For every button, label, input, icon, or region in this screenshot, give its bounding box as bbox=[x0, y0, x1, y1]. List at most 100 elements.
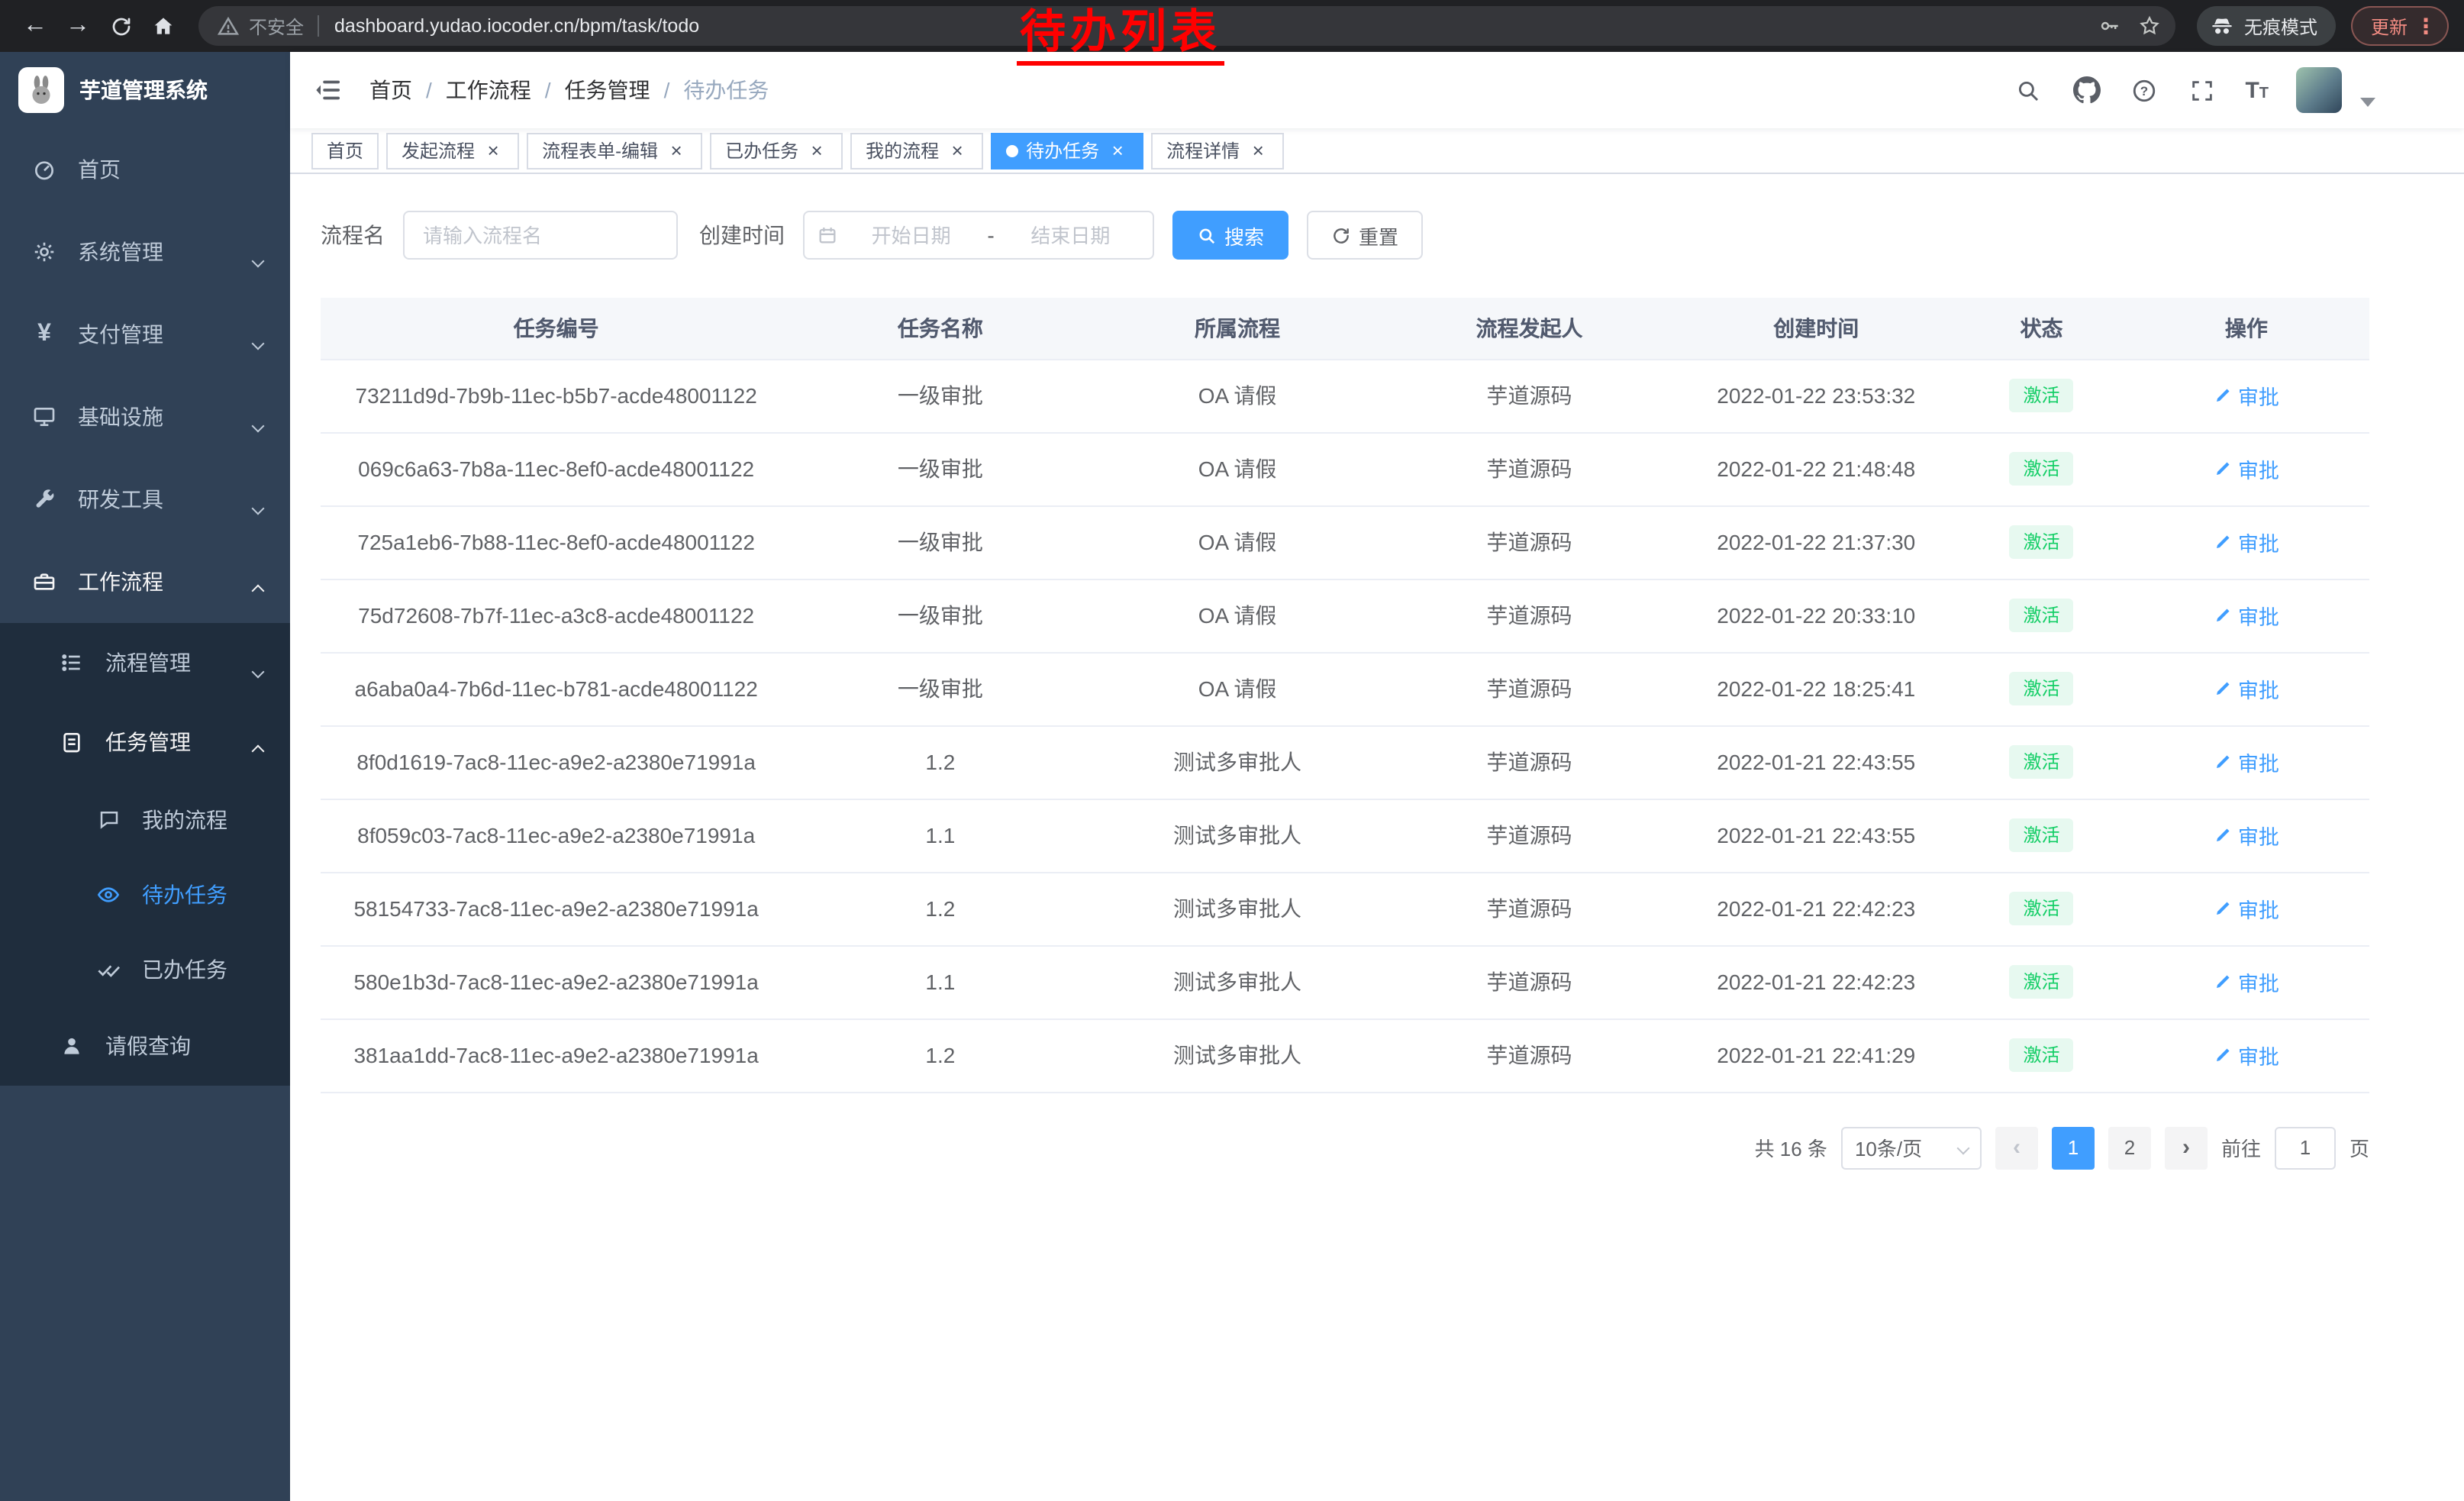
task-id: 73211d9d-7b9b-11ec-b5b7-acde48001122 bbox=[321, 359, 792, 432]
create-time: 2022-01-22 21:37:30 bbox=[1672, 505, 1959, 579]
reset-button[interactable]: 重置 bbox=[1307, 211, 1423, 260]
chevron-up-icon bbox=[253, 576, 263, 600]
approve-button[interactable]: 审批 bbox=[2214, 380, 2279, 411]
github-icon[interactable] bbox=[2071, 75, 2101, 105]
not-secure-warning-icon bbox=[217, 15, 240, 37]
sidebar-item-process-mgmt[interactable]: 流程管理 bbox=[0, 623, 290, 702]
approve-button[interactable]: 审批 bbox=[2214, 673, 2279, 704]
breadcrumb-home[interactable]: 首页 bbox=[369, 75, 412, 105]
close-icon[interactable]: × bbox=[806, 140, 827, 161]
browser-menu-icon[interactable]: ⋮ bbox=[2415, 13, 2437, 39]
approve-button[interactable]: 审批 bbox=[2214, 454, 2279, 484]
tab-done-tasks[interactable]: 已办任务 × bbox=[710, 132, 843, 169]
approve-button[interactable]: 审批 bbox=[2214, 820, 2279, 851]
browser-back-icon[interactable]: ← bbox=[15, 6, 55, 46]
help-icon[interactable]: ? bbox=[2129, 75, 2159, 105]
browser-reload-icon[interactable] bbox=[101, 6, 140, 46]
avatar-caret-icon[interactable] bbox=[2360, 98, 2375, 107]
task-name: 一级审批 bbox=[792, 505, 1088, 579]
tabs-bar: 首页 发起流程 × 流程表单-编辑 × 已办任务 × 我的流程 × bbox=[290, 128, 2464, 174]
sidebar-item-payment-mgmt[interactable]: ¥ 支付管理 bbox=[0, 293, 290, 376]
col-initiator: 流程发起人 bbox=[1386, 298, 1673, 359]
sidebar-item-dev-tools[interactable]: 研发工具 bbox=[0, 458, 290, 541]
edit-icon bbox=[2214, 386, 2232, 405]
yen-icon: ¥ bbox=[31, 321, 58, 348]
approve-button[interactable]: 审批 bbox=[2214, 527, 2279, 557]
end-date-input[interactable] bbox=[1001, 224, 1140, 247]
create-time: 2022-01-21 22:43:55 bbox=[1672, 799, 1959, 872]
approve-button[interactable]: 审批 bbox=[2214, 747, 2279, 777]
user-avatar[interactable] bbox=[2296, 67, 2342, 113]
monitor-icon bbox=[31, 403, 58, 431]
table-row: 069c6a63-7b8a-11ec-8ef0-acde48001122 一级审… bbox=[321, 432, 2369, 505]
address-divider bbox=[318, 15, 319, 37]
sidebar-item-workflow[interactable]: 工作流程 bbox=[0, 541, 290, 623]
prev-page-button[interactable]: ‹ bbox=[1995, 1126, 2038, 1169]
approve-button[interactable]: 审批 bbox=[2214, 600, 2279, 631]
tab-home[interactable]: 首页 bbox=[311, 132, 379, 169]
table-row: 8f059c03-7ac8-11ec-a9e2-a2380e71991a 1.1… bbox=[321, 799, 2369, 872]
page-button-1[interactable]: 1 bbox=[2052, 1126, 2095, 1169]
tab-my-process[interactable]: 我的流程 × bbox=[850, 132, 983, 169]
browser-update-button[interactable]: 更新 ⋮ bbox=[2351, 6, 2449, 46]
close-icon[interactable]: × bbox=[666, 140, 687, 161]
search-button[interactable]: 搜索 bbox=[1172, 211, 1288, 260]
font-size-icon[interactable]: TT bbox=[2245, 79, 2269, 102]
approve-button[interactable]: 审批 bbox=[2214, 967, 2279, 997]
security-label[interactable]: 不安全 bbox=[249, 13, 304, 39]
close-icon[interactable]: × bbox=[482, 140, 504, 161]
search-icon[interactable] bbox=[2013, 75, 2043, 105]
sidebar-item-todo-tasks[interactable]: 待办任务 bbox=[0, 857, 290, 931]
url-text[interactable]: dashboard.yudao.iocoder.cn/bpm/task/todo bbox=[334, 15, 2090, 37]
approve-button[interactable]: 审批 bbox=[2214, 893, 2279, 924]
task-id: 069c6a63-7b8a-11ec-8ef0-acde48001122 bbox=[321, 432, 792, 505]
pagination: 共 16 条 10条/页 ‹ 1 2 › 前往 页 bbox=[321, 1126, 2369, 1169]
page-button-2[interactable]: 2 bbox=[2108, 1126, 2151, 1169]
fullscreen-icon[interactable] bbox=[2187, 75, 2217, 105]
close-icon[interactable]: × bbox=[1107, 140, 1128, 161]
table-row: 75d72608-7b7f-11ec-a3c8-acde48001122 一级审… bbox=[321, 579, 2369, 652]
process-name: OA 请假 bbox=[1088, 432, 1385, 505]
sidebar-item-leave-query[interactable]: 请假查询 bbox=[0, 1006, 290, 1086]
password-key-icon[interactable] bbox=[2090, 6, 2130, 46]
status-badge: 激活 bbox=[2009, 451, 2073, 486]
sidebar-toggle-icon[interactable] bbox=[290, 52, 366, 128]
sidebar-item-task-mgmt[interactable]: 任务管理 bbox=[0, 702, 290, 782]
initiator: 芋道源码 bbox=[1386, 652, 1673, 725]
close-icon[interactable]: × bbox=[1247, 140, 1269, 161]
initiator: 芋道源码 bbox=[1386, 872, 1673, 945]
svg-text:?: ? bbox=[2140, 83, 2148, 98]
sidebar-item-infrastructure[interactable]: 基础设施 bbox=[0, 376, 290, 458]
breadcrumb-workflow[interactable]: 工作流程 bbox=[446, 75, 531, 105]
create-time: 2022-01-21 22:41:29 bbox=[1672, 1018, 1959, 1092]
tab-todo-tasks[interactable]: 待办任务 × bbox=[991, 132, 1143, 169]
bookmark-star-icon[interactable] bbox=[2130, 6, 2169, 46]
status-badge: 激活 bbox=[2009, 818, 2073, 853]
next-page-button[interactable]: › bbox=[2165, 1126, 2208, 1169]
page-size-select[interactable]: 10条/页 bbox=[1841, 1126, 1982, 1169]
goto-page-input[interactable] bbox=[2275, 1126, 2336, 1169]
sidebar-item-system-mgmt[interactable]: 系统管理 bbox=[0, 211, 290, 293]
app-logo-row[interactable]: 芋道管理系统 bbox=[0, 52, 290, 128]
process-name-label: 流程名 bbox=[321, 220, 385, 250]
approve-button[interactable]: 审批 bbox=[2214, 1040, 2279, 1070]
browser-home-icon[interactable] bbox=[144, 6, 183, 46]
date-range-picker[interactable]: - bbox=[803, 211, 1154, 260]
close-icon[interactable]: × bbox=[947, 140, 968, 161]
gear-icon bbox=[31, 238, 58, 266]
tab-process-detail[interactable]: 流程详情 × bbox=[1151, 132, 1284, 169]
active-tab-dot-icon bbox=[1006, 144, 1018, 157]
tab-start-process[interactable]: 发起流程 × bbox=[386, 132, 519, 169]
create-time: 2022-01-21 22:43:55 bbox=[1672, 725, 1959, 799]
initiator: 芋道源码 bbox=[1386, 432, 1673, 505]
sidebar-item-home[interactable]: 首页 bbox=[0, 128, 290, 211]
breadcrumb-task-mgmt[interactable]: 任务管理 bbox=[565, 75, 650, 105]
browser-forward-icon[interactable]: → bbox=[58, 6, 98, 46]
sidebar-item-done-tasks[interactable]: 已办任务 bbox=[0, 931, 290, 1006]
task-name: 1.2 bbox=[792, 1018, 1088, 1092]
tab-form-edit[interactable]: 流程表单-编辑 × bbox=[527, 132, 702, 169]
start-date-input[interactable] bbox=[841, 224, 981, 247]
sidebar-item-my-process[interactable]: 我的流程 bbox=[0, 782, 290, 857]
address-bar[interactable]: 不安全 dashboard.yudao.iocoder.cn/bpm/task/… bbox=[198, 6, 2175, 46]
process-name-input[interactable] bbox=[403, 211, 678, 260]
